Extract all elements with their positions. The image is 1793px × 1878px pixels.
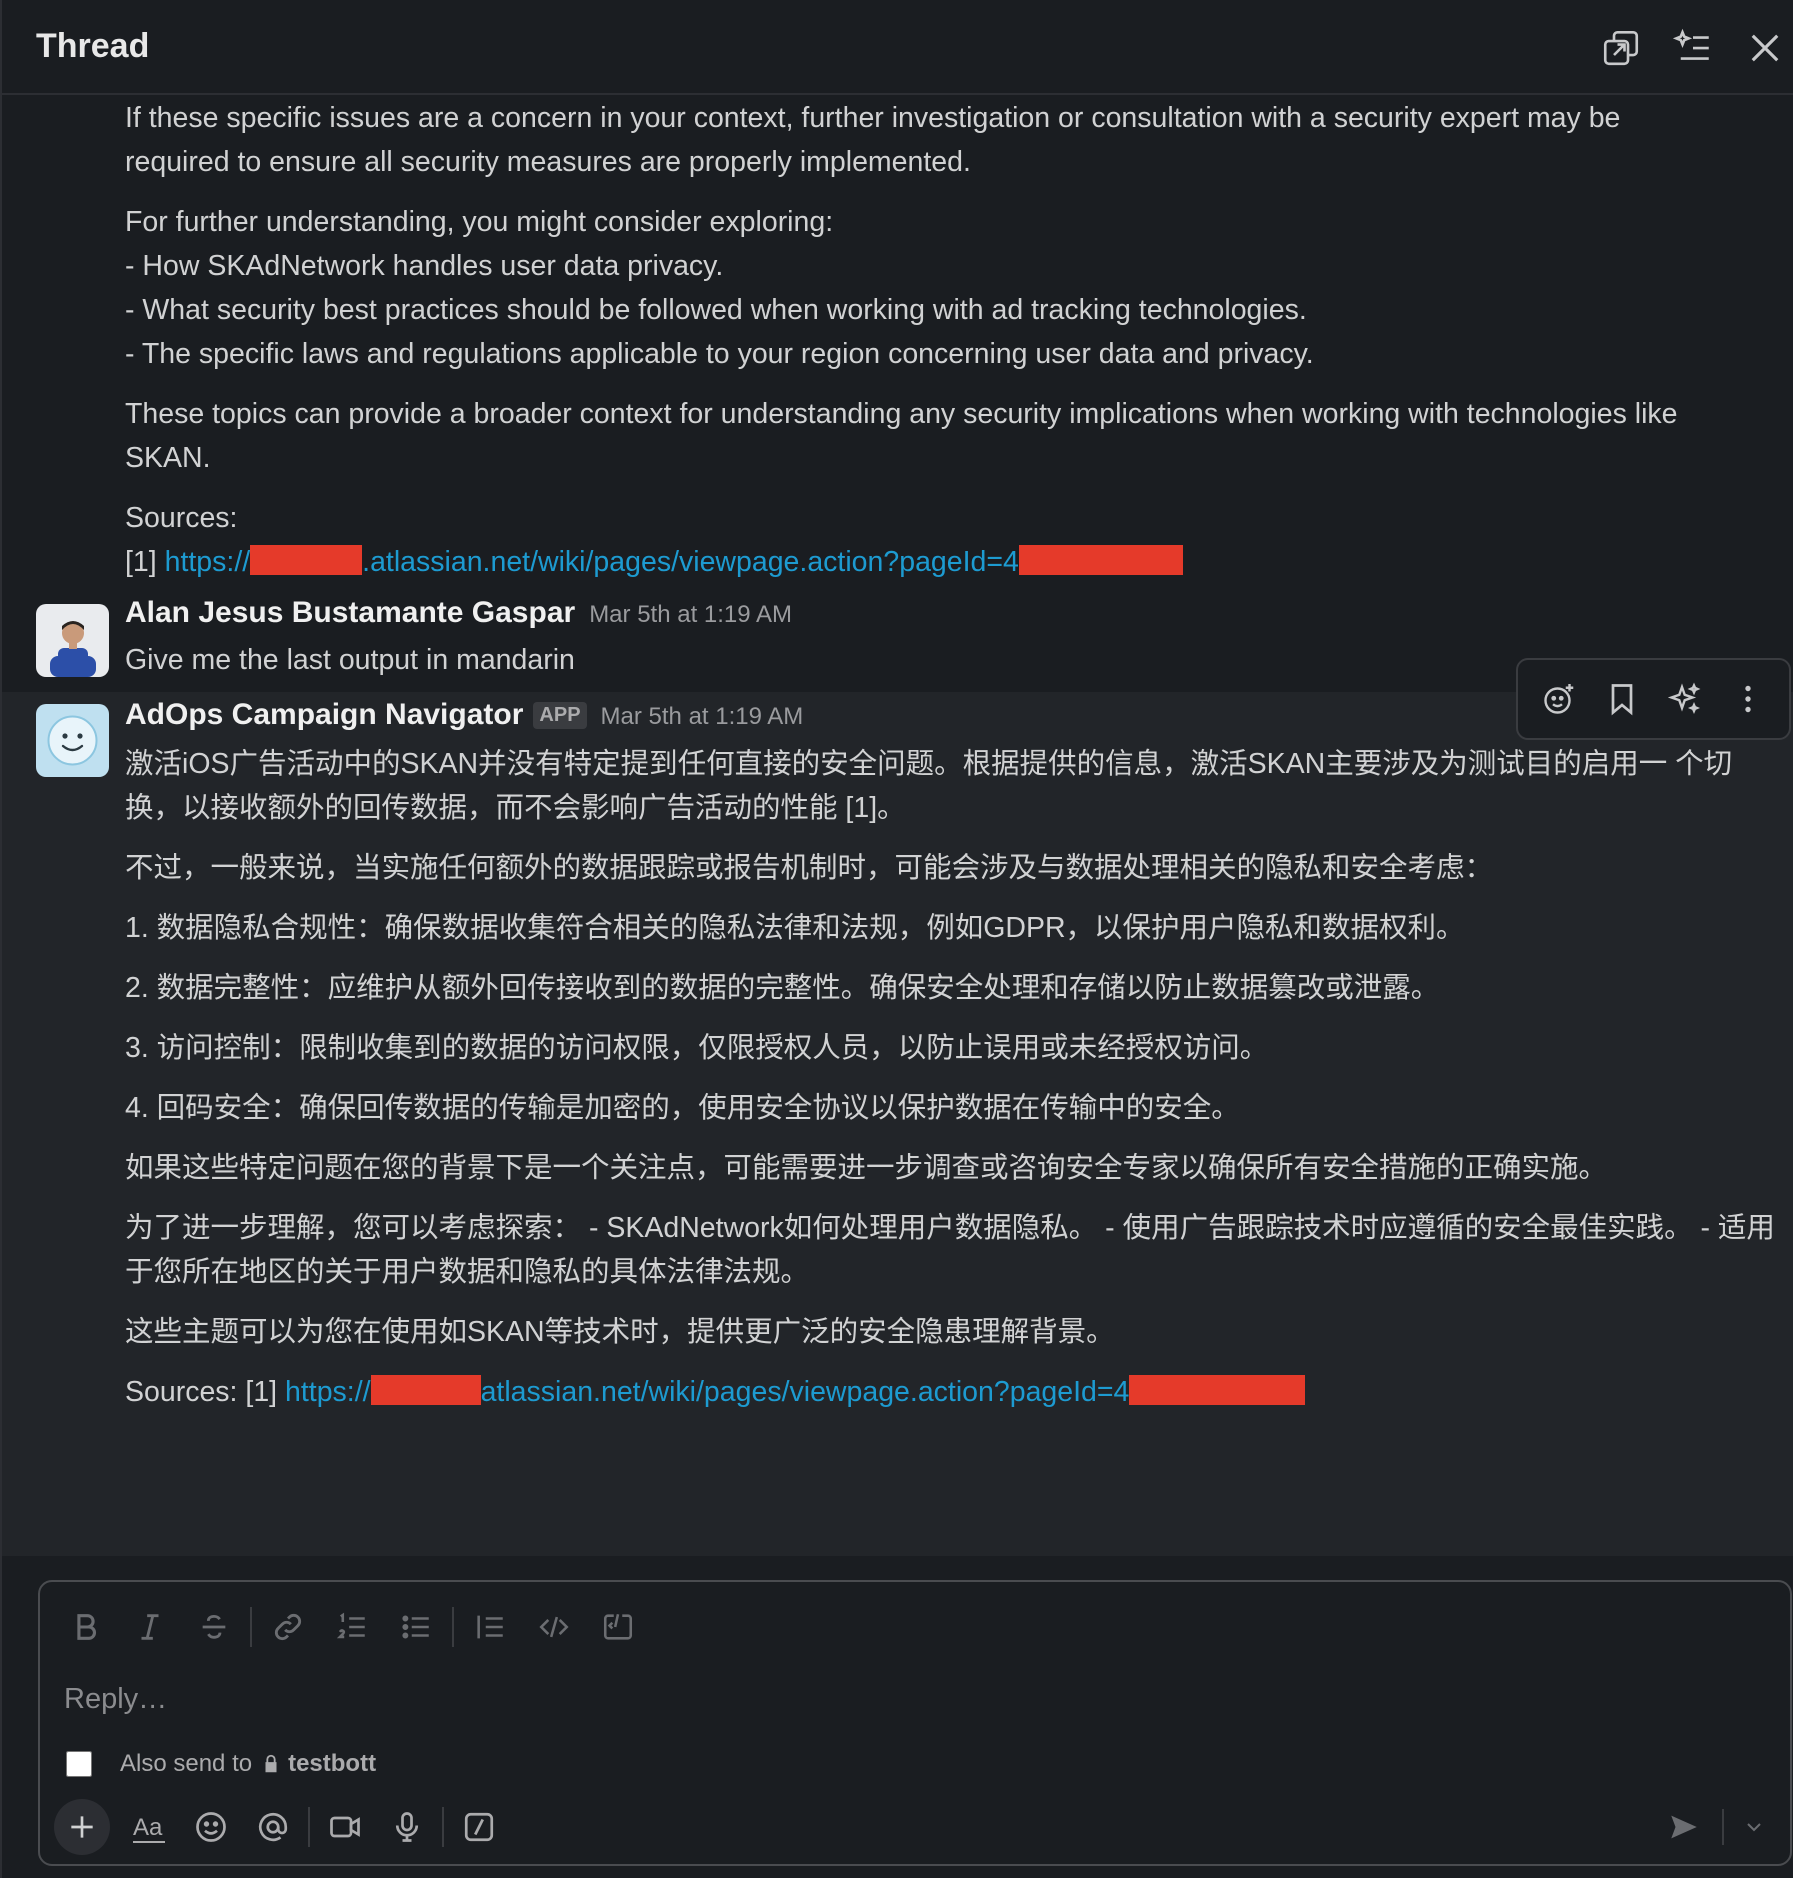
- redaction: [1018, 545, 1183, 576]
- divider: [250, 1607, 252, 1647]
- paragraph: 不过，一般来说，当实施任何额外的数据跟踪或报告机制时，可能会涉及与数据处理相关的…: [125, 852, 1494, 884]
- ordered-list-icon[interactable]: [320, 1599, 384, 1655]
- bulleted-list-icon[interactable]: [384, 1599, 448, 1655]
- paragraph: 激活iOS广告活动中的SKAN并没有特定提到任何直接的安全问题。根据提供的信息，…: [125, 748, 1733, 824]
- header-actions: [1579, 0, 1793, 95]
- avatar[interactable]: [36, 604, 109, 677]
- source-link[interactable]: https://atlassian.net/wiki/pages/viewpag…: [285, 1375, 1306, 1408]
- also-send-label: Also send to: [120, 1750, 253, 1777]
- list-item: 4. 回码安全：确保回传数据的传输是加密的，使用安全协议以保护数据在传输中的安全…: [125, 1092, 1240, 1124]
- emoji-icon[interactable]: [180, 1799, 242, 1855]
- redaction: [1129, 1375, 1306, 1406]
- blockquote-icon[interactable]: [458, 1599, 522, 1655]
- bot-avatar[interactable]: [36, 704, 109, 777]
- link-icon[interactable]: [256, 1599, 320, 1655]
- save-bookmark-icon[interactable]: [1595, 672, 1649, 726]
- also-send-to-channel: Also send to testbott: [66, 1750, 376, 1778]
- message-text: 激活iOS广告活动中的SKAN并没有特定提到任何直接的安全问题。根据提供的信息，…: [125, 742, 1775, 1414]
- sources: Sources: [1] https://atlassian.net/wiki/…: [125, 1370, 1775, 1414]
- paragraph: 如果这些特定问题在您的背景下是一个关注点，可能需要进一步调查或咨询安全专家以确保…: [125, 1152, 1608, 1184]
- slash-command-icon[interactable]: [448, 1799, 510, 1855]
- previous-message-body: If these specific issues are a concern i…: [125, 96, 1755, 600]
- divider: [452, 1607, 454, 1647]
- paragraph: 这些主题可以为您在使用如SKAN等技术时，提供更广泛的安全隐患理解背景。: [125, 1316, 1115, 1348]
- thread-header: Thread: [2, 0, 1793, 95]
- divider: [308, 1807, 310, 1847]
- thread-panel: Thread If these specific issues are a co…: [0, 0, 1793, 1878]
- send-icon[interactable]: [1656, 1799, 1712, 1855]
- open-in-window-icon[interactable]: [1591, 18, 1651, 78]
- thread-title: Thread: [36, 27, 150, 65]
- italic-icon[interactable]: [118, 1599, 182, 1655]
- code-icon[interactable]: [522, 1599, 586, 1655]
- strikethrough-icon[interactable]: [182, 1599, 246, 1655]
- ai-summary-icon[interactable]: [1663, 18, 1723, 78]
- list-item: 1. 数据隐私合规性：确保数据收集符合相关的隐私法律和法规，例如GDPR，以保护…: [125, 912, 1465, 944]
- paragraph: For further understanding, you might con…: [125, 206, 1314, 370]
- divider: [1722, 1809, 1724, 1845]
- app-badge: APP: [533, 702, 587, 729]
- chevron-down-icon[interactable]: [1734, 1799, 1774, 1855]
- composer-actions: Aa: [54, 1797, 510, 1857]
- message-header: Alan Jesus Bustamante Gaspar Mar 5th at …: [125, 596, 792, 640]
- author-name[interactable]: AdOps Campaign Navigator: [125, 698, 523, 732]
- redaction: [250, 545, 363, 576]
- source-link-row: [1] https://atlassian.net/wiki/pages/vie…: [245, 1375, 1306, 1408]
- svg-text:Aa: Aa: [133, 1814, 163, 1841]
- more-options-icon[interactable]: [1721, 672, 1775, 726]
- list-item: 2. 数据完整性：应维护从额外回传接收到的数据的完整性。确保安全处理和存储以防止…: [125, 972, 1440, 1004]
- message-header: AdOps Campaign Navigator APP Mar 5th at …: [125, 698, 803, 742]
- close-icon[interactable]: [1735, 18, 1793, 78]
- reply-input[interactable]: [64, 1674, 1764, 1724]
- text-formatting-icon[interactable]: Aa: [118, 1799, 180, 1855]
- redaction: [370, 1375, 481, 1406]
- plus-icon[interactable]: [54, 1799, 110, 1855]
- bot-message: AdOps Campaign Navigator APP Mar 5th at …: [2, 692, 1793, 1556]
- source-link[interactable]: https://.atlassian.net/wiki/pages/viewpa…: [165, 545, 1183, 578]
- message-actions-toolbar: [1516, 658, 1791, 740]
- list-item: 3. 访问控制：限制收集到的数据的访问权限，仅限授权人员，以防止误用或未经授权访…: [125, 1032, 1269, 1064]
- bold-icon[interactable]: [54, 1599, 118, 1655]
- also-send-checkbox[interactable]: [66, 1751, 92, 1777]
- lock-icon: [260, 1753, 282, 1775]
- sources: Sources: [1] https://.atlassian.net/wiki…: [125, 496, 1755, 584]
- code-block-icon[interactable]: [586, 1599, 650, 1655]
- paragraph: If these specific issues are a concern i…: [125, 102, 1621, 178]
- ai-sparkle-icon[interactable]: [1658, 672, 1712, 726]
- channel-name: testbott: [288, 1750, 377, 1777]
- reply-composer: Also send to testbott Aa: [38, 1580, 1792, 1866]
- paragraph: 为了进一步理解，您可以考虑探索： - SKAdNetwork如何处理用户数据隐私…: [125, 1212, 1775, 1288]
- source-link-row: [1] https://.atlassian.net/wiki/pages/vi…: [125, 540, 1755, 584]
- divider: [442, 1807, 444, 1847]
- video-icon[interactable]: [314, 1799, 376, 1855]
- paragraph: These topics can provide a broader conte…: [125, 398, 1678, 474]
- add-reaction-icon[interactable]: [1532, 672, 1586, 726]
- microphone-icon[interactable]: [376, 1799, 438, 1855]
- author-name[interactable]: Alan Jesus Bustamante Gaspar: [125, 596, 575, 630]
- formatting-toolbar: [54, 1596, 650, 1658]
- send-controls: [1656, 1797, 1774, 1857]
- timestamp[interactable]: Mar 5th at 1:19 AM: [601, 703, 804, 731]
- thread-messages: If these specific issues are a concern i…: [2, 96, 1793, 1556]
- mention-icon[interactable]: [242, 1799, 304, 1855]
- timestamp[interactable]: Mar 5th at 1:19 AM: [589, 601, 792, 629]
